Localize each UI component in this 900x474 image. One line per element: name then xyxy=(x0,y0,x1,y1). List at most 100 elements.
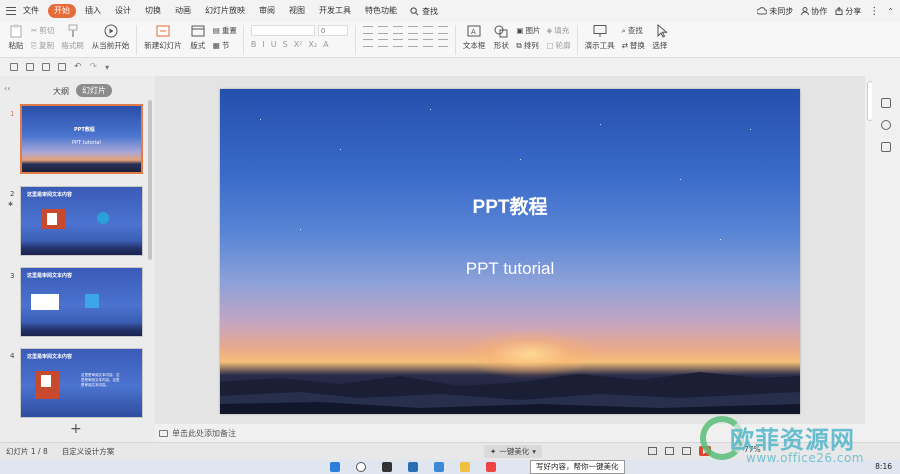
shape-button[interactable]: 形状 xyxy=(489,22,513,53)
layout-button[interactable]: 版式 xyxy=(186,22,210,53)
reading-view-icon[interactable] xyxy=(682,447,691,455)
cut-button[interactable]: ✂ 剪切 xyxy=(31,25,54,36)
arrange-icon: ⧉ xyxy=(516,40,522,50)
edge-icon[interactable] xyxy=(408,462,418,472)
slide-thumbnail-1[interactable]: PPT教程 PPT tutorial xyxy=(20,104,143,174)
mail-icon[interactable] xyxy=(434,462,444,472)
save-icon[interactable] xyxy=(10,63,18,71)
numbering-icon[interactable] xyxy=(377,26,388,34)
search-box[interactable]: 查找 xyxy=(404,6,438,17)
normal-view-icon[interactable] xyxy=(648,447,657,455)
menu-design[interactable]: 设计 xyxy=(108,0,138,22)
properties-icon[interactable] xyxy=(881,98,891,108)
slide-thumbnail-3[interactable]: 这里是审阅文本内容 xyxy=(20,267,143,337)
select-button[interactable]: 选择 xyxy=(648,22,672,53)
start-icon[interactable] xyxy=(330,462,340,472)
task-view-icon[interactable] xyxy=(382,462,392,472)
more-icon[interactable]: ⋮ xyxy=(869,6,879,17)
bullets-icon[interactable] xyxy=(362,26,373,34)
print-preview-icon[interactable] xyxy=(58,63,66,71)
line-spacing-icon[interactable] xyxy=(422,26,433,34)
underline-button[interactable]: U xyxy=(271,40,277,49)
menu-special[interactable]: 特色功能 xyxy=(358,0,404,22)
customize-icon[interactable]: ▾ xyxy=(105,63,109,72)
redo-icon[interactable]: ↷ xyxy=(90,62,98,72)
ppt-logo-icon xyxy=(41,209,65,229)
paste-button[interactable]: 粘贴 xyxy=(4,22,28,53)
justify-icon[interactable] xyxy=(407,39,418,47)
copy-layers-icon[interactable] xyxy=(881,142,891,152)
print-icon[interactable] xyxy=(42,63,50,71)
search-icon[interactable] xyxy=(356,462,366,472)
sync-status[interactable]: 未同步 xyxy=(757,6,793,17)
wps-icon[interactable] xyxy=(486,462,496,472)
sync-label: 未同步 xyxy=(769,6,794,16)
indent-increase-icon[interactable] xyxy=(407,26,418,34)
arrange-button[interactable]: ⧉ 排列 xyxy=(516,40,540,51)
align-right-icon[interactable] xyxy=(392,39,403,47)
italic-button[interactable]: I xyxy=(262,40,264,49)
indent-decrease-icon[interactable] xyxy=(392,26,403,34)
tab-outline[interactable]: 大纲 xyxy=(53,86,69,97)
slide-number: 1 xyxy=(10,110,15,118)
align-left-icon[interactable] xyxy=(362,39,373,47)
export-pdf-icon[interactable] xyxy=(26,63,34,71)
strikethrough-button[interactable]: S xyxy=(283,40,288,49)
slide-thumbnail-2[interactable]: 这里是审阅文本内容 xyxy=(20,186,143,256)
present-tools-button[interactable]: 演示工具 xyxy=(581,22,619,53)
watermark-url: www.office26.com xyxy=(746,451,864,465)
search-label: 查找 xyxy=(422,6,438,16)
slide-title[interactable]: PPT教程 xyxy=(220,192,800,219)
align-center-icon[interactable] xyxy=(377,39,388,47)
copy-button[interactable]: ⎘ 复制 xyxy=(31,40,54,51)
menu-view[interactable]: 视图 xyxy=(282,0,312,22)
outline-button[interactable]: □ 轮廓 xyxy=(546,40,570,51)
fill-button[interactable]: ◈ 填充 xyxy=(546,25,570,36)
theme-name[interactable]: 自定义设计方案 xyxy=(62,446,115,457)
panel-scrollbar[interactable] xyxy=(148,100,152,260)
slide-thumbnail-4[interactable]: 这里是审阅文本内容 这里是审阅文本内容。这里是审阅文本内容。这里是审阅文本内容。 xyxy=(20,348,143,418)
current-slide[interactable]: PPT教程 PPT tutorial xyxy=(220,89,800,414)
menu-animation[interactable]: 动画 xyxy=(168,0,198,22)
share-button[interactable]: 分享 xyxy=(835,6,861,17)
beautify-tooltip: 写好内容，帮你一键美化 xyxy=(530,460,625,474)
folder-icon[interactable] xyxy=(460,462,470,472)
menu-slideshow[interactable]: 幻灯片放映 xyxy=(198,0,252,22)
slide-subtitle[interactable]: PPT tutorial xyxy=(220,259,800,279)
reset-button[interactable]: ▤ 重置 xyxy=(213,25,237,36)
font-size-select[interactable]: 0 xyxy=(317,25,348,36)
distribute-icon[interactable] xyxy=(422,39,433,47)
menu-developer[interactable]: 开发工具 xyxy=(312,0,358,22)
new-slide-button[interactable]: 新建幻灯片 xyxy=(140,22,186,53)
menu-icon[interactable] xyxy=(6,7,16,15)
bold-button[interactable]: B xyxy=(251,40,257,49)
monitor-icon xyxy=(593,25,607,37)
menu-insert[interactable]: 插入 xyxy=(78,0,108,22)
section-button[interactable]: ▦ 节 xyxy=(213,40,237,51)
find-button[interactable]: ⌕ 查找 xyxy=(622,25,645,36)
star-icon[interactable] xyxy=(881,120,891,130)
collab-button[interactable]: 协作 xyxy=(801,6,827,17)
textbox-button[interactable]: A 文本框 xyxy=(459,22,490,53)
subscript-button[interactable]: X₂ xyxy=(308,40,317,49)
undo-icon[interactable]: ↶ xyxy=(74,62,82,72)
menu-home[interactable]: 开始 xyxy=(48,4,76,18)
format-painter-button[interactable]: 格式刷 xyxy=(57,22,88,53)
superscript-button[interactable]: X² xyxy=(294,40,303,49)
columns-icon[interactable] xyxy=(437,39,448,47)
tab-slides[interactable]: 幻灯片 xyxy=(76,84,112,97)
font-color-button[interactable]: A xyxy=(323,40,328,49)
text-direction-icon[interactable] xyxy=(437,26,448,34)
menu-review[interactable]: 审阅 xyxy=(252,0,282,22)
menu-transitions[interactable]: 切换 xyxy=(138,0,168,22)
beautify-button[interactable]: ✦ 一键美化 ▾ xyxy=(484,445,543,458)
menu-file[interactable]: 文件 xyxy=(16,0,46,22)
replace-button[interactable]: ⇄ 替换 xyxy=(622,40,645,51)
picture-button[interactable]: ▣ 图片 xyxy=(516,25,540,36)
font-name-select[interactable] xyxy=(250,25,315,36)
add-slide-button[interactable]: + xyxy=(70,421,82,437)
collapse-ribbon-icon[interactable]: ⌃ xyxy=(887,7,894,16)
from-current-button[interactable]: 从当前开始 xyxy=(88,22,134,53)
collapse-panel-icon[interactable]: ‹‹ xyxy=(4,84,10,93)
sorter-view-icon[interactable] xyxy=(665,447,674,455)
